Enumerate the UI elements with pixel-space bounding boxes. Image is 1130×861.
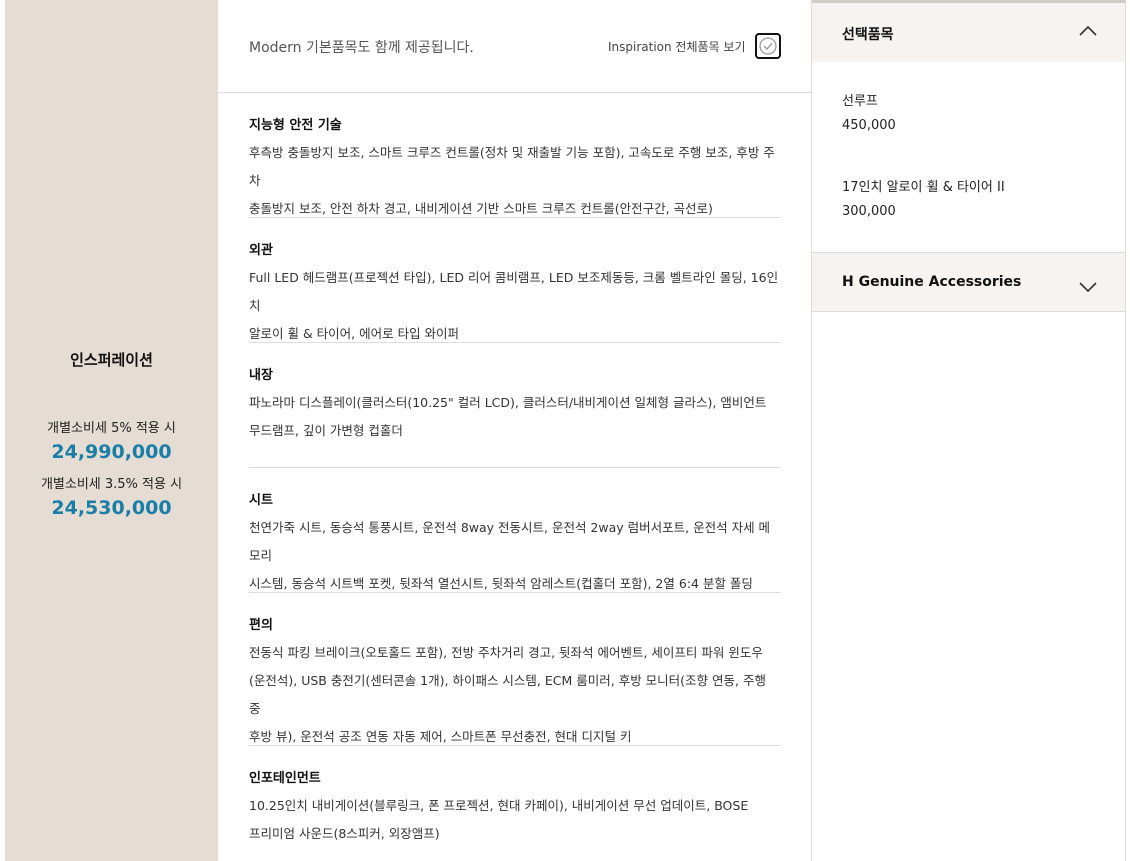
view-all-items-link[interactable]: Inspiration 전체품목 보기 [608, 38, 746, 55]
chevron-up-icon[interactable] [1078, 24, 1098, 38]
section-line: Full LED 헤드램프(프로젝션 타입), LED 리어 콤비램프, LED… [249, 270, 779, 313]
view-all-check-button[interactable] [755, 33, 781, 59]
accessories-title: H Genuine Accessories [842, 274, 1022, 290]
selected-options-title: 선택품목 [842, 27, 894, 43]
feature-list-panel: Modern 기본품목도 함께 제공됩니다. Inspiration 전체품목 … [218, 0, 811, 861]
section-line: 파노라마 디스플레이(클러스터(10.25" 컬러 LCD), 클러스터/내비게… [249, 395, 767, 410]
section-line: 충돌방지 보조, 안전 하차 경고, 내비게이션 기반 스마트 크루즈 컨트롤(… [249, 201, 713, 216]
section-convenience: 편의 전동식 파킹 브레이크(오토홀드 포함), 전방 주차거리 경고, 뒷좌석… [249, 616, 781, 751]
basic-items-note: Modern 기본품목도 함께 제공됩니다. [249, 40, 474, 56]
tax5-price: 24,990,000 [51, 441, 172, 463]
section-safety: 지능형 안전 기술 후측방 충돌방지 보조, 스마트 크루즈 컨트롤(정차 및 … [249, 116, 781, 223]
accessories-header[interactable]: H Genuine Accessories [812, 252, 1125, 312]
section-title: 지능형 안전 기술 [249, 118, 342, 133]
section-body: Full LED 헤드램프(프로젝션 타입), LED 리어 콤비램프, LED… [249, 264, 781, 348]
selected-item-name: 선루프 [842, 94, 878, 109]
selected-item-name: 17인치 알로이 휠 & 타이어 II [842, 180, 1005, 195]
divider [249, 745, 781, 746]
check-circle-icon [759, 37, 777, 55]
selected-options-panel: 선택품목 선루프 450,000 17인치 알로이 휠 & 타이어 II 300… [811, 0, 1126, 861]
section-line: 후방 뷰), 운전석 공조 연동 자동 제어, 스마트폰 무선충전, 현대 디지… [249, 729, 632, 744]
section-exterior: 외관 Full LED 헤드램프(프로젝션 타입), LED 리어 콤비램프, … [249, 241, 781, 348]
section-body: 전동식 파킹 브레이크(오토홀드 포함), 전방 주차거리 경고, 뒷좌석 에어… [249, 639, 781, 751]
selected-options-header[interactable]: 선택품목 [812, 0, 1125, 62]
section-body: 천연가죽 시트, 동승석 통풍시트, 운전석 8way 전동시트, 운전석 2w… [249, 514, 781, 598]
section-title: 편의 [249, 618, 273, 633]
section-title: 시트 [249, 493, 273, 508]
section-title: 외관 [249, 243, 273, 258]
section-line: 프리미엄 사운드(8스피커, 외장앰프) [249, 826, 440, 841]
tax35-label: 개별소비세 3.5% 적용 시 [40, 477, 183, 492]
section-seats: 시트 천연가죽 시트, 동승석 통풍시트, 운전석 8way 전동시트, 운전석… [249, 491, 781, 598]
section-line: 10.25인치 내비게이션(블루링크, 폰 프로젝션, 현대 카페이), 내비게… [249, 798, 749, 813]
tax35-price: 24,530,000 [51, 497, 172, 519]
section-line: 시스템, 동승석 시트백 포켓, 뒷좌석 열선시트, 뒷좌석 암레스트(컵홀더 … [249, 576, 753, 591]
divider [249, 467, 781, 468]
section-infotainment: 인포테인먼트 10.25인치 내비게이션(블루링크, 폰 프로젝션, 현대 카페… [249, 769, 781, 848]
section-body: 파노라마 디스플레이(클러스터(10.25" 컬러 LCD), 클러스터/내비게… [249, 389, 781, 445]
divider [249, 592, 781, 593]
tax5-label: 개별소비세 5% 적용 시 [47, 421, 176, 436]
divider [249, 342, 781, 343]
section-interior: 내장 파노라마 디스플레이(클러스터(10.25" 컬러 LCD), 클러스터/… [249, 366, 781, 445]
section-title: 인포테인먼트 [249, 771, 321, 786]
section-body: 10.25인치 내비게이션(블루링크, 폰 프로젝션, 현대 카페이), 내비게… [249, 792, 781, 848]
section-line: 후측방 충돌방지 보조, 스마트 크루즈 컨트롤(정차 및 재출발 기능 포함)… [249, 145, 775, 188]
section-line: (운전석), USB 충전기(센터콘솔 1개), 하이패스 시스템, ECM 룸… [249, 673, 766, 716]
selected-item-price: 300,000 [842, 204, 896, 219]
section-line: 천연가죽 시트, 동승석 통풍시트, 운전석 8way 전동시트, 운전석 2w… [249, 520, 771, 563]
selected-item-price: 450,000 [842, 118, 896, 133]
section-title: 내장 [249, 368, 273, 383]
chevron-down-icon[interactable] [1078, 280, 1098, 294]
section-line: 알로이 휠 & 타이어, 에어로 타입 와이퍼 [249, 326, 460, 341]
section-body: 후측방 충돌방지 보조, 스마트 크루즈 컨트롤(정차 및 재출발 기능 포함)… [249, 139, 781, 223]
section-line: 전동식 파킹 브레이크(오토홀드 포함), 전방 주차거리 경고, 뒷좌석 에어… [249, 645, 763, 660]
trim-panel: 인스퍼레이션 개별소비세 5% 적용 시 24,990,000 개별소비세 3.… [5, 0, 218, 861]
feature-list-header: Modern 기본품목도 함께 제공됩니다. Inspiration 전체품목 … [218, 0, 811, 93]
divider [249, 217, 781, 218]
section-line: 무드램프, 깊이 가변형 컵홀더 [249, 423, 403, 438]
trim-name: 인스퍼레이션 [70, 351, 153, 369]
